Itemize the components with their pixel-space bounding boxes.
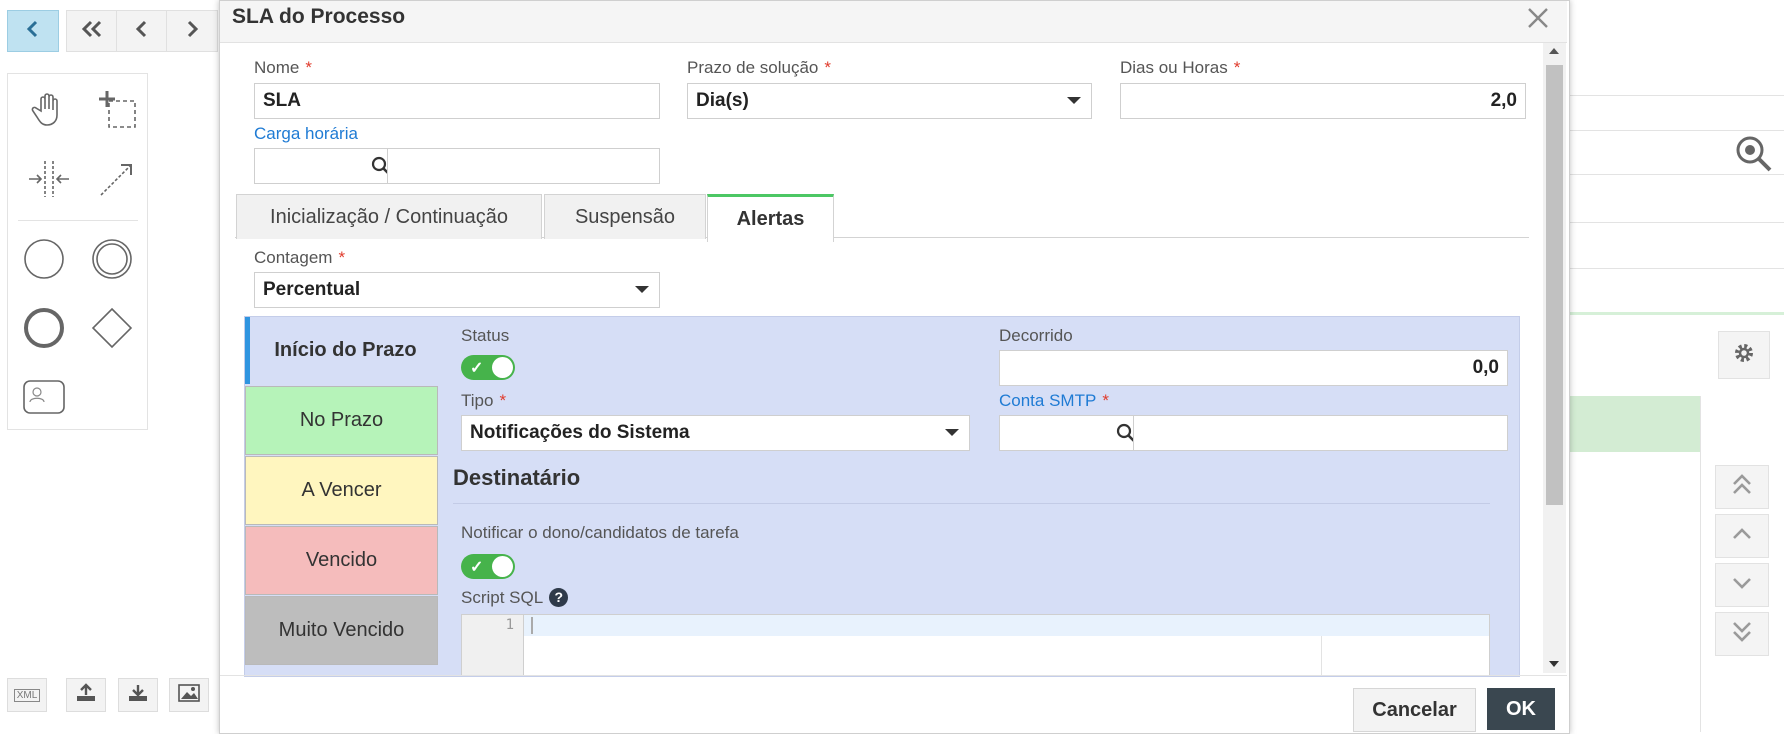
connect-arrow-icon[interactable] [92,154,142,204]
chevron-left-icon [134,19,150,44]
chevron-right-icon [184,19,200,44]
carga-horaria-link[interactable]: Carga horária [254,124,358,144]
status-label: Status [461,326,510,345]
dias-horas-input[interactable]: 2,0 [1120,83,1526,119]
lasso-select-icon[interactable] [92,84,142,134]
close-icon [1526,6,1550,35]
help-icon[interactable]: ? [549,588,569,607]
download-button[interactable] [118,678,158,712]
alerts-panel: Início do Prazo No Prazo A Vencer Vencid… [244,316,1520,677]
intermediate-event-icon[interactable] [87,234,137,284]
double-chevron-down-icon [1731,620,1753,649]
gateway-icon[interactable] [87,303,137,353]
scroll-up-icon[interactable] [1549,48,1559,54]
first-button[interactable] [66,10,118,52]
notificar-toggle[interactable]: ✓ [461,554,515,579]
destinatario-heading: Destinatário [453,465,581,490]
nome-input[interactable]: SLA [254,83,660,119]
tipo-select[interactable]: Notificações do Sistema [461,415,970,451]
script-sql-label: Script SQL ? [461,588,569,608]
chevron-up-icon [1731,527,1753,546]
prazo-select[interactable]: Dia(s) [687,83,1092,119]
scroll-down-icon[interactable] [1549,661,1559,667]
end-event-icon[interactable] [19,303,69,353]
chevron-down-icon [635,286,649,293]
ok-button[interactable]: OK [1487,688,1555,730]
carga-horaria-code-input[interactable] [254,148,398,184]
chevron-down-icon [1067,97,1081,104]
tipo-label: Tipo * [461,391,507,410]
text-cursor [531,617,533,634]
prazo-label: Prazo de solução * [687,58,831,77]
check-icon: ✓ [470,559,484,576]
tab-inicializacao[interactable]: Inicialização / Continuação [236,194,542,239]
decorrido-input[interactable]: 0,0 [999,350,1508,386]
section-no-prazo[interactable]: No Prazo [245,386,438,455]
settings-button[interactable] [1718,331,1770,379]
zoom-icon[interactable] [1734,134,1774,179]
tab-alertas[interactable]: Alertas [707,194,834,242]
export-image-button[interactable] [169,678,209,712]
cancel-button[interactable]: Cancelar [1353,688,1476,732]
move-down-button[interactable] [1715,563,1769,607]
previous-button[interactable] [116,10,168,52]
chevron-down-icon [945,429,959,436]
dialog-header: SLA do Processo [220,1,1567,43]
start-event-icon[interactable] [19,234,69,284]
sla-dialog: SLA do Processo Nome * SLA Prazo de soluç… [219,0,1570,734]
section-vencido[interactable]: Vencido [245,526,438,595]
nome-label: Nome * [254,58,312,77]
dialog-title: SLA do Processo [232,5,406,28]
bpmn-palette [7,73,148,430]
conta-smtp-code-input[interactable] [999,415,1143,451]
double-chevron-left-icon [79,19,105,44]
conta-smtp-label[interactable]: Conta SMTP * [999,391,1109,411]
carga-horaria-desc-input[interactable] [387,148,660,184]
status-toggle[interactable]: ✓ [461,355,515,380]
check-icon: ✓ [470,360,484,377]
section-muito-vencido[interactable]: Muito Vencido [245,596,438,665]
script-sql-editor[interactable]: 1 [461,614,1490,676]
download-icon [127,683,149,708]
image-icon [178,683,200,707]
move-up-button[interactable] [1715,514,1769,558]
contagem-select[interactable]: Percentual [254,272,660,308]
chevron-down-icon [1731,576,1753,595]
notificar-label: Notificar o dono/candidatos de tarefa [461,523,739,542]
close-button[interactable] [1521,3,1555,37]
collapse-left-button[interactable] [7,10,59,52]
section-a-vencer[interactable]: A Vencer [245,456,438,525]
upload-button[interactable] [66,678,106,712]
dialog-scrollbar[interactable] [1543,43,1566,673]
dias-horas-label: Dias ou Horas * [1120,58,1241,77]
move-top-button[interactable] [1715,465,1769,509]
scroll-thumb[interactable] [1546,65,1563,505]
next-button[interactable] [166,10,218,52]
tab-suspensao[interactable]: Suspensão [544,194,706,239]
double-chevron-up-icon [1731,473,1753,502]
conta-smtp-desc-input[interactable] [1133,415,1508,451]
section-inicio-prazo[interactable]: Início do Prazo [245,317,441,384]
user-task-icon[interactable] [19,372,69,422]
line-number: 1 [505,617,514,633]
decorrido-label: Decorrido [999,326,1073,345]
contagem-label: Contagem * [254,248,346,267]
xml-button[interactable]: XML [7,678,47,712]
upload-icon [75,682,97,708]
gear-icon [1732,341,1756,370]
move-bottom-button[interactable] [1715,612,1769,656]
space-tool-icon[interactable] [24,154,74,204]
chevron-left-icon [25,19,41,44]
hand-tool-icon[interactable] [24,84,74,134]
